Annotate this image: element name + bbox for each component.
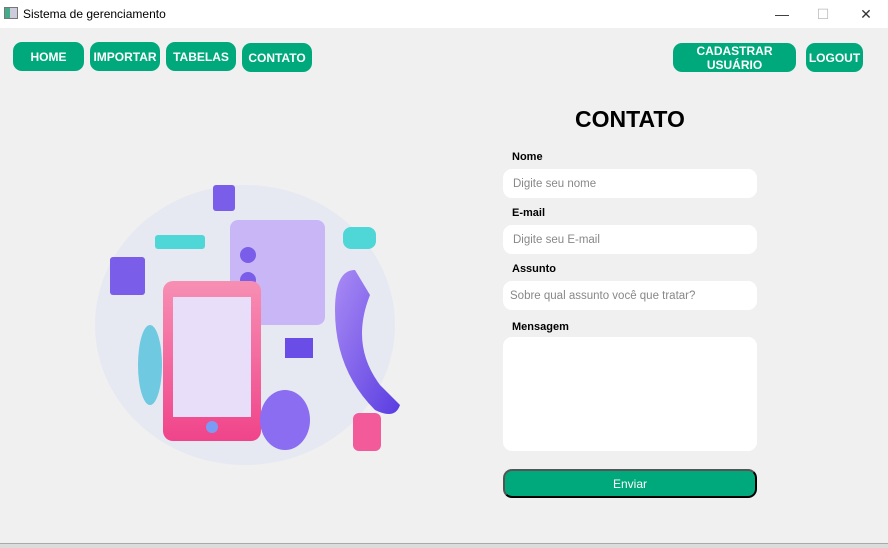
- email-input[interactable]: Digite seu E-mail: [503, 225, 757, 254]
- nav-importar-button[interactable]: IMPORTAR: [90, 42, 160, 71]
- nav-tabelas-button[interactable]: TABELAS: [166, 42, 236, 71]
- standing-person-figure: [138, 325, 162, 405]
- nav-contato-button[interactable]: CONTATO: [242, 43, 312, 72]
- contact-avatar-icon: [240, 247, 256, 263]
- envelope-icon: [285, 338, 313, 358]
- nome-label: Nome: [512, 151, 543, 163]
- smartphone-home-button: [206, 421, 218, 433]
- mensagem-textarea[interactable]: [503, 337, 757, 451]
- chat-bubble-icon: [343, 227, 376, 249]
- maximize-button[interactable]: ☐: [808, 4, 838, 24]
- smartphone-screen: [173, 297, 251, 417]
- logout-button[interactable]: LOGOUT: [806, 43, 863, 72]
- contact-illustration: [95, 185, 400, 465]
- window-title: Sistema de gerenciamento: [23, 7, 166, 21]
- nome-input[interactable]: Digite seu nome: [503, 169, 757, 198]
- assunto-label: Assunto: [512, 263, 556, 275]
- cadastrar-usuario-button[interactable]: CADASTRAR USUÁRIO: [673, 43, 796, 72]
- minimize-button[interactable]: —: [767, 4, 797, 24]
- window-bottom-edge: [0, 543, 888, 548]
- enviar-button[interactable]: Enviar: [503, 469, 757, 498]
- close-button[interactable]: ✕: [851, 4, 881, 24]
- app-icon: [4, 7, 18, 19]
- title-bar: Sistema de gerenciamento — ☐ ✕: [0, 0, 888, 28]
- mensagem-label: Mensagem: [512, 321, 569, 333]
- chat-bubble-icon: [155, 235, 205, 249]
- email-label: E-mail: [512, 207, 546, 219]
- sitting-person-figure: [260, 390, 310, 450]
- message-card-icon: [110, 257, 145, 295]
- plant-pot-icon: [353, 413, 381, 451]
- notebook-icon: [213, 185, 235, 211]
- nav-home-button[interactable]: HOME: [13, 42, 84, 71]
- assunto-input[interactable]: Sobre qual assunto você que tratar?: [503, 281, 757, 310]
- page-title: CONTATO: [575, 106, 685, 132]
